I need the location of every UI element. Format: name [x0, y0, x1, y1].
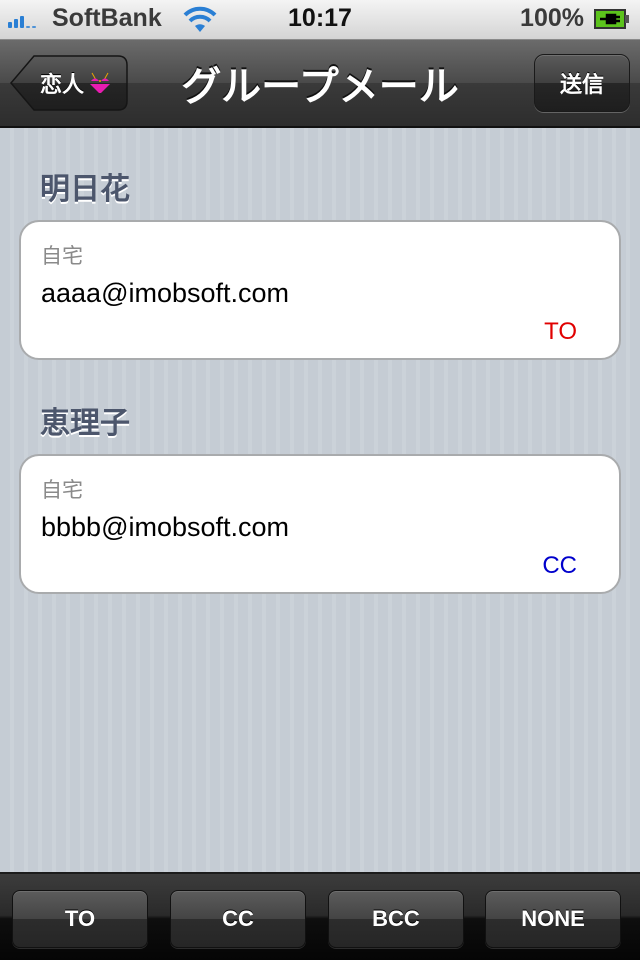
- set-none-button[interactable]: NONE: [485, 890, 621, 948]
- navigation-bar: 恋人 グループメール 送信: [0, 40, 640, 128]
- email-address: aaaa@imobsoft.com: [41, 278, 290, 308]
- set-to-button[interactable]: TO: [12, 890, 148, 948]
- recipient-mode-badge: CC: [542, 552, 577, 579]
- back-button-label: 恋人: [39, 72, 84, 97]
- bottom-toolbar: TO CC BCC NONE: [0, 872, 640, 960]
- bikini-icon: [90, 72, 110, 93]
- set-cc-button[interactable]: CC: [170, 890, 306, 948]
- recipient-card[interactable]: 自宅 bbbb@imobsoft.com CC: [19, 454, 621, 594]
- recipient-list[interactable]: 明日花 自宅 aaaa@imobsoft.com TO 恵理子 自宅 bbbb@…: [0, 128, 640, 872]
- email-type-label: 自宅: [41, 479, 83, 502]
- contact-name-header: 恵理子: [40, 407, 130, 440]
- recipient-card[interactable]: 自宅 aaaa@imobsoft.com TO: [19, 220, 621, 360]
- status-bar: SoftBank 10:17 100%: [0, 0, 640, 40]
- contact-name-header: 明日花: [40, 173, 130, 206]
- email-address: bbbb@imobsoft.com: [41, 512, 290, 542]
- page-title: グループメール: [181, 65, 459, 109]
- back-button[interactable]: 恋人: [10, 54, 128, 112]
- battery-charging-icon: [594, 9, 629, 29]
- set-bcc-button[interactable]: BCC: [328, 890, 464, 948]
- battery-percent: 100%: [520, 4, 584, 32]
- send-button[interactable]: 送信: [534, 54, 630, 112]
- recipient-mode-badge: TO: [544, 318, 577, 345]
- email-type-label: 自宅: [41, 245, 83, 268]
